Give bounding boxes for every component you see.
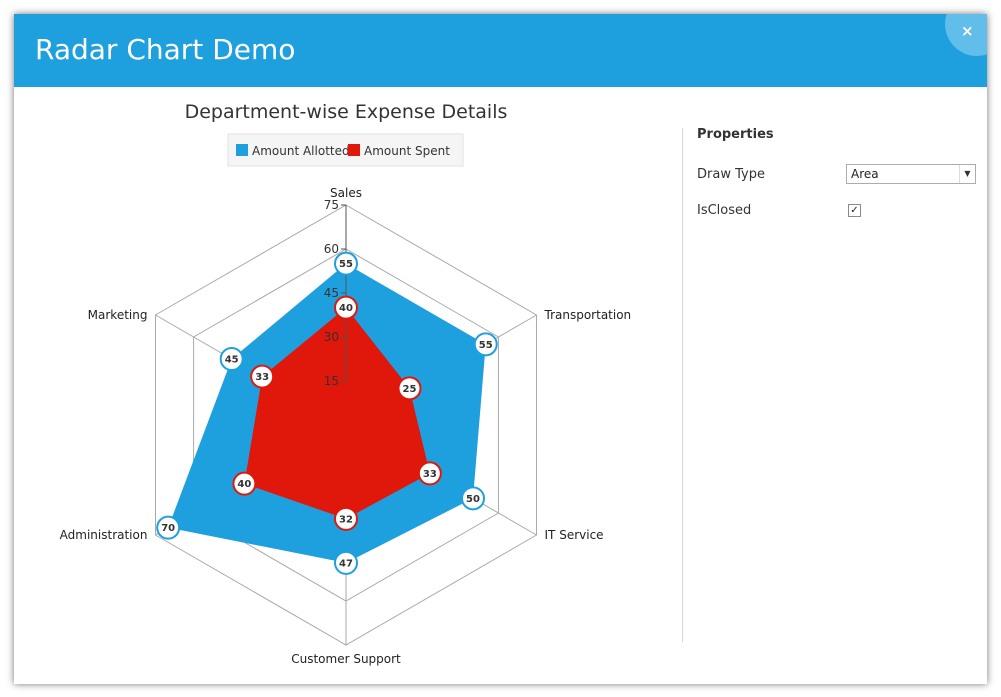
data-label-amount-allotted-transportation: 55 [479, 340, 493, 351]
data-label-amount-spent-customer-support: 32 [339, 514, 353, 525]
data-label-amount-spent-sales: 40 [339, 303, 353, 314]
data-label-amount-allotted-it-service: 50 [466, 494, 480, 505]
data-label-amount-spent-marketing: 33 [255, 372, 269, 383]
category-label-administration: Administration [60, 528, 148, 542]
category-label-it-service: IT Service [545, 528, 604, 542]
radial-tick-label-30: 30 [324, 330, 339, 344]
radar-plot-area: 15 30 45 60 75Sales Transportation IT Service C… [60, 186, 632, 666]
radial-tick-label-60: 60 [324, 242, 339, 256]
legend-label-amount-allotted: Amount Allotted [252, 144, 350, 158]
data-label-amount-allotted-customer-support: 47 [339, 558, 353, 569]
close-button[interactable]: × [945, 14, 987, 56]
legend-swatch-amount-allotted [236, 144, 248, 156]
category-label-marketing: Marketing [88, 308, 148, 322]
radial-tick-label-75: 75 [324, 198, 339, 212]
category-label-customer-support: Customer Support [291, 652, 401, 666]
data-label-amount-allotted-marketing: 45 [225, 355, 239, 366]
radial-tick-label-15: 15 [324, 374, 339, 388]
chart-title: Department-wise Expense Details [185, 101, 508, 123]
legend-swatch-amount-spent [348, 144, 360, 156]
data-label-amount-spent-transportation: 25 [403, 384, 417, 395]
is-closed-label: IsClosed [697, 203, 752, 218]
category-label-transportation: Transportation [544, 308, 632, 322]
data-label-amount-spent-administration: 40 [237, 479, 251, 490]
radar-chart: Department-wise Expense Details Amount A… [60, 101, 632, 666]
draw-type-value: Area [851, 167, 879, 181]
chevron-down-icon[interactable]: ▼ [959, 165, 975, 183]
close-icon: × [961, 22, 974, 40]
data-label-amount-spent-it-service: 33 [423, 469, 437, 480]
radar-chart-window: Radar Chart Demo × Department-wise Expen… [14, 14, 987, 684]
is-closed-checkbox[interactable]: ✓ [848, 204, 861, 217]
radial-tick-label-45: 45 [324, 286, 339, 300]
legend: Amount Allotted Amount Spent [227, 133, 464, 167]
properties-title: Properties [697, 127, 774, 142]
data-label-amount-allotted-administration: 70 [161, 523, 175, 534]
data-label-amount-allotted-sales: 55 [339, 259, 353, 270]
panel-divider [682, 128, 683, 642]
category-label-sales: Sales [330, 186, 362, 200]
draw-type-select[interactable]: Area ▼ [846, 164, 976, 184]
checkmark-icon: ✓ [850, 205, 859, 216]
draw-type-label: Draw Type [697, 167, 765, 182]
legend-label-amount-spent: Amount Spent [364, 144, 450, 158]
